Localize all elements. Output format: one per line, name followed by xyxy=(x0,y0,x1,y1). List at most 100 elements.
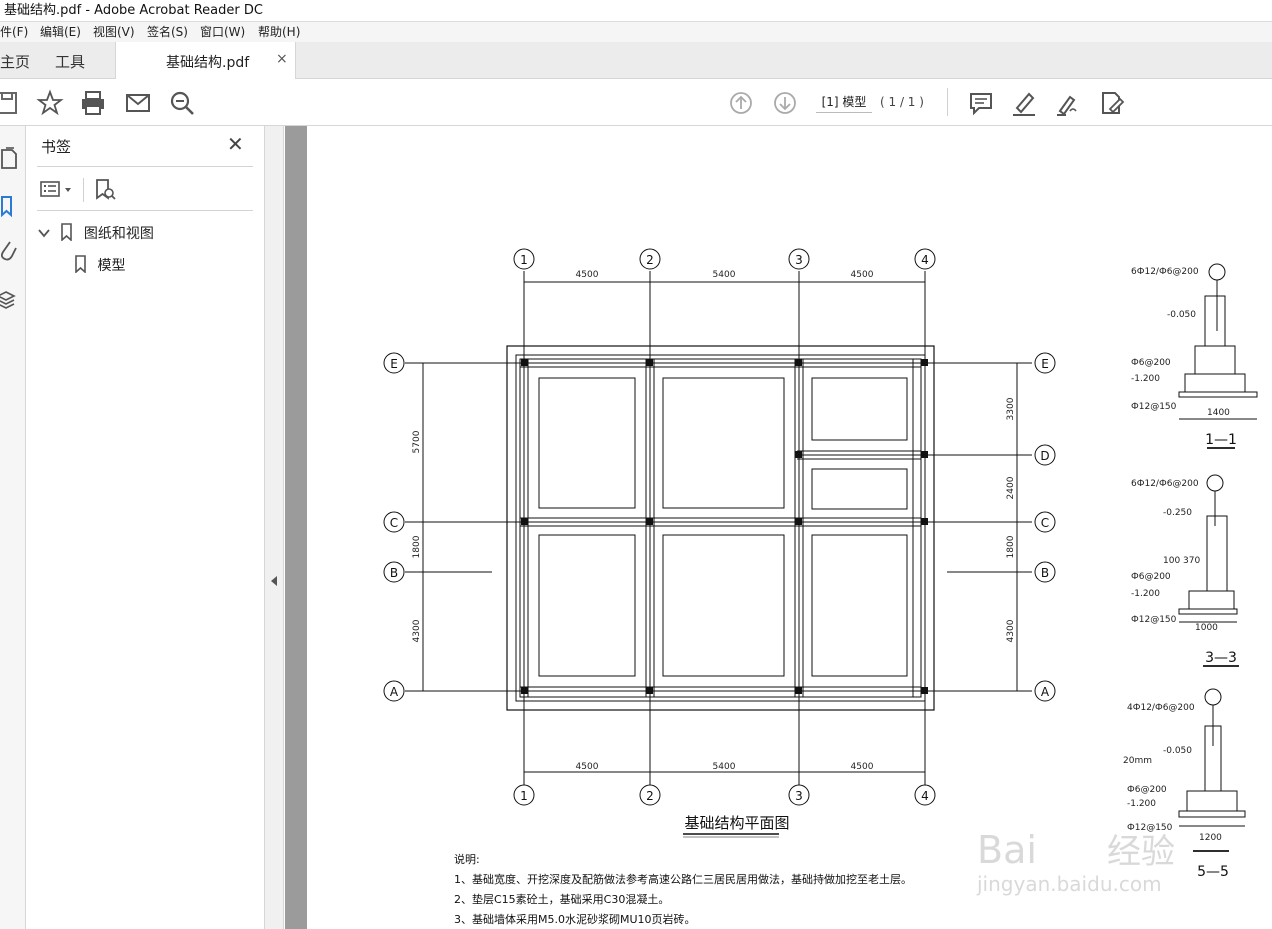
mail-icon[interactable] xyxy=(124,89,152,117)
attachment-icon[interactable] xyxy=(0,238,22,262)
axis-label: E xyxy=(390,357,398,371)
watermark-text: Bai xyxy=(977,828,1037,872)
window-title: 基础结构.pdf - Adobe Acrobat Reader DC xyxy=(4,3,263,18)
page-count: ( 1 / 1 ) xyxy=(880,95,924,109)
section-text: 1000 xyxy=(1195,623,1218,633)
dimension-label: 3300 xyxy=(1006,397,1016,420)
section-text: 1400 xyxy=(1207,408,1230,418)
section-text: 6Ф12/Ф6@200 xyxy=(1131,267,1199,277)
bookmark-icon[interactable] xyxy=(0,194,22,218)
star-icon[interactable] xyxy=(36,89,64,117)
section-text: 370 xyxy=(1183,556,1200,566)
dimension-label: 4300 xyxy=(412,619,422,642)
baidu-watermark: Bai 经验 jingyan.baidu.com xyxy=(976,828,1175,896)
nav-tools[interactable]: 工具 xyxy=(55,51,85,72)
section-text: Ф6@200 xyxy=(1131,572,1171,582)
section-text: -1.200 xyxy=(1131,374,1160,384)
bookmarks-title: 书签 xyxy=(41,138,72,156)
axis-label: 1 xyxy=(520,253,528,267)
page-up-icon[interactable] xyxy=(727,89,755,117)
axis-label: B xyxy=(390,566,398,580)
note-line: 1、基础宽度、开挖深度及配筋做法参考高速公路仁三居民居用做法，基础持做加挖至老土… xyxy=(454,872,912,886)
section-label: 1—1 xyxy=(1205,432,1237,448)
bookmark-item-model[interactable]: 模型 xyxy=(73,255,125,275)
foundation-plan-drawing: 1 2 3 4 1 2 3 4 E C B A E D C B A 4500 5… xyxy=(383,248,1258,926)
axis-label: C xyxy=(1041,516,1049,530)
dimension-label: 4300 xyxy=(1006,619,1016,642)
section-text: 4Ф12/Ф6@200 xyxy=(1127,703,1195,713)
toolbar: [1] 模型 ( 1 / 1 ) xyxy=(0,79,1272,126)
layers-icon[interactable] xyxy=(0,288,22,312)
menu-view[interactable]: 视图(V) xyxy=(93,22,135,42)
collapse-arrow-icon xyxy=(271,576,277,586)
add-bookmark-icon[interactable] xyxy=(93,178,117,202)
axis-label: 4 xyxy=(921,253,929,267)
dimension-label: 4500 xyxy=(851,762,874,772)
bookmark-options-icon[interactable] xyxy=(39,178,75,202)
page-number-field[interactable]: [1] 模型 xyxy=(816,93,872,113)
section-text: 100 xyxy=(1163,556,1180,566)
tab-close-button[interactable]: × xyxy=(276,51,288,67)
note-line: 2、垫层C15素砼土，基础采用C30混凝土。 xyxy=(454,892,669,906)
watermark-text: 经验 xyxy=(1107,832,1175,872)
dimension-label: 5400 xyxy=(713,762,736,772)
axis-label: E xyxy=(1041,357,1049,371)
axis-label: D xyxy=(1040,449,1049,463)
document-page[interactable]: 1 2 3 4 1 2 3 4 E C B A E D C B A 4500 5… xyxy=(307,126,1272,929)
document-gutter xyxy=(285,126,307,929)
tab-document[interactable]: 基础结构.pdf × xyxy=(115,42,296,79)
bookmark-item-drawings[interactable]: 图纸和视图 xyxy=(37,223,154,243)
tab-bar: 主页 工具 基础结构.pdf × xyxy=(0,42,1272,79)
dimension-label: 4500 xyxy=(851,270,874,280)
axis-label: 3 xyxy=(795,253,803,267)
axis-label: C xyxy=(390,516,398,530)
section-text: Ф6@200 xyxy=(1127,785,1167,795)
divider xyxy=(37,166,253,167)
highlight-icon[interactable] xyxy=(1010,89,1038,117)
dimension-label: 1800 xyxy=(1006,535,1016,558)
axis-label: A xyxy=(390,685,399,699)
section-text: -1.200 xyxy=(1131,589,1160,599)
nav-home[interactable]: 主页 xyxy=(0,51,30,72)
menu-sign[interactable]: 签名(S) xyxy=(147,22,188,42)
comment-icon[interactable] xyxy=(967,89,995,117)
menu-file[interactable]: 件(F) xyxy=(0,22,28,42)
print-icon[interactable] xyxy=(79,89,107,117)
page-down-icon[interactable] xyxy=(771,89,799,117)
edit-pdf-icon[interactable] xyxy=(1098,89,1126,117)
axis-label: 1 xyxy=(520,789,528,803)
bookmark-icon xyxy=(61,223,73,242)
bookmark-label: 模型 xyxy=(97,258,126,274)
panel-collapse-handle[interactable] xyxy=(265,126,284,929)
axis-label: 2 xyxy=(646,253,654,267)
dimension-label: 2400 xyxy=(1006,476,1016,499)
save-icon[interactable] xyxy=(0,89,22,117)
menu-help[interactable]: 帮助(H) xyxy=(258,22,300,42)
chevron-down-icon[interactable] xyxy=(37,226,51,240)
note-line: 3、基础墙体采用M5.0水泥砂浆砌MU10页岩砖。 xyxy=(454,912,696,926)
menu-bar: 件(F) 编辑(E) 视图(V) 签名(S) 窗口(W) 帮助(H) xyxy=(0,22,1272,42)
dimension-label: 4500 xyxy=(576,270,599,280)
bookmarks-panel: 书签 ✕ 图纸和视图 模型 xyxy=(27,126,265,929)
section-text: Ф6@200 xyxy=(1131,358,1171,368)
bookmark-icon xyxy=(75,255,86,274)
sign-icon[interactable] xyxy=(1054,89,1082,117)
section-text: Ф12@150 xyxy=(1131,402,1177,412)
menu-edit[interactable]: 编辑(E) xyxy=(40,22,81,42)
note-line: 说明: xyxy=(454,852,480,866)
left-rail xyxy=(0,126,26,929)
dimension-label: 5700 xyxy=(412,430,422,453)
dimension-label: 1800 xyxy=(412,535,422,558)
axis-label: 3 xyxy=(795,789,803,803)
section-text: 1200 xyxy=(1199,833,1222,843)
section-label: 3—3 xyxy=(1205,650,1237,666)
bookmarks-close-button[interactable]: ✕ xyxy=(227,134,244,154)
zoom-icon[interactable] xyxy=(168,89,196,117)
page-thumbnails-icon[interactable] xyxy=(0,146,22,170)
bookmark-label: 图纸和视图 xyxy=(83,226,154,242)
drawing-title: 基础结构平面图 xyxy=(684,814,789,832)
section-text: -0.050 xyxy=(1163,746,1192,756)
menu-window[interactable]: 窗口(W) xyxy=(200,22,245,42)
section-text: -0.250 xyxy=(1163,508,1192,518)
tab-document-label: 基础结构.pdf xyxy=(166,55,250,71)
